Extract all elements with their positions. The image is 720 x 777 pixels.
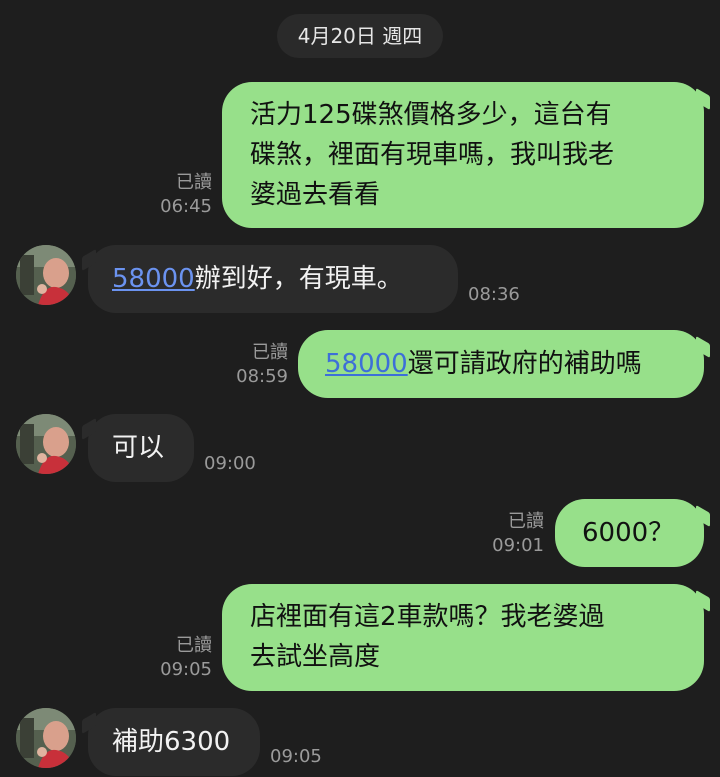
read-receipt: 已讀 bbox=[252, 342, 288, 363]
message-text-line: 婆過去看看 bbox=[250, 180, 381, 210]
message-bubble-outgoing[interactable]: 6000？ bbox=[555, 499, 704, 567]
message-time: 06:45 bbox=[160, 196, 212, 217]
message-bubble-outgoing[interactable]: 活力125碟煞價格多少，這台有 碟煞，裡面有現車嗎，我叫我老 婆過去看看 bbox=[222, 82, 704, 228]
contact-avatar[interactable] bbox=[16, 414, 76, 474]
message-text: 還可請政府的補助嗎 bbox=[407, 349, 642, 379]
message-time: 09:05 bbox=[160, 659, 212, 680]
message-text-line: 活力125碟煞價格多少，這台有 bbox=[250, 100, 612, 130]
read-receipt: 已讀 bbox=[176, 635, 212, 656]
message-bubble-incoming[interactable]: 可以 bbox=[88, 414, 194, 482]
message-time: 09:00 bbox=[204, 453, 256, 474]
message-meta: 已讀 09:01 bbox=[482, 510, 544, 558]
phone-number-link[interactable]: 58000 bbox=[112, 264, 195, 294]
avatar-photo-icon bbox=[16, 708, 76, 768]
avatar-photo-icon bbox=[16, 414, 76, 474]
message-text-line: 碟煞，裡面有現車嗎，我叫我老 bbox=[250, 140, 615, 170]
message-meta: 已讀 08:59 bbox=[226, 341, 288, 389]
message-text: 可以 bbox=[112, 433, 165, 463]
phone-number-link[interactable]: 58000 bbox=[325, 349, 408, 379]
message-text: 辦到好，有現車。 bbox=[194, 264, 403, 294]
message-meta: 已讀 06:45 bbox=[150, 171, 212, 219]
message-bubble-outgoing[interactable]: 58000還可請政府的補助嗎 bbox=[298, 330, 704, 398]
read-receipt: 已讀 bbox=[508, 511, 544, 532]
message-time: 09:01 bbox=[492, 535, 544, 556]
date-divider: 4月20日 週四 bbox=[277, 14, 443, 58]
message-text: 補助6300 bbox=[112, 727, 231, 757]
read-receipt: 已讀 bbox=[176, 172, 212, 193]
message-text: 6000？ bbox=[582, 518, 675, 548]
message-time: 08:59 bbox=[236, 366, 288, 387]
avatar-photo-icon bbox=[16, 245, 76, 305]
message-bubble-incoming[interactable]: 補助6300 bbox=[88, 708, 260, 776]
message-meta: 已讀 09:05 bbox=[150, 634, 212, 682]
message-text-line: 去試坐高度 bbox=[250, 642, 381, 672]
message-bubble-incoming[interactable]: 58000辦到好，有現車。 bbox=[88, 245, 458, 313]
message-text-line: 店裡面有這2車款嗎？我老婆過 bbox=[250, 602, 605, 632]
message-time: 08:36 bbox=[468, 284, 520, 305]
message-time: 09:05 bbox=[270, 746, 322, 767]
message-bubble-outgoing[interactable]: 店裡面有這2車款嗎？我老婆過 去試坐高度 bbox=[222, 584, 704, 691]
contact-avatar[interactable] bbox=[16, 245, 76, 305]
contact-avatar[interactable] bbox=[16, 708, 76, 768]
chat-view[interactable]: 4月20日 週四 已讀 06:45 活力125碟煞價格多少，這台有 碟煞，裡面有… bbox=[0, 0, 720, 777]
